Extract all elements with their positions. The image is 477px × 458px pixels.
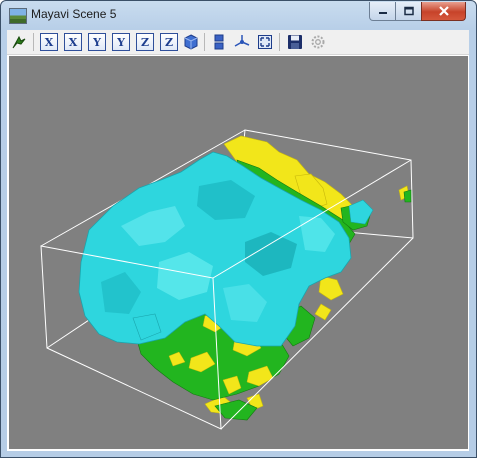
mayavi-app-icon: [9, 8, 27, 24]
view-y-plus-button[interactable]: Y: [112, 33, 130, 51]
parallel-projection-button[interactable]: [210, 33, 228, 51]
close-button[interactable]: [421, 2, 466, 21]
render-scene[interactable]: [9, 56, 468, 449]
view-z-plus-button[interactable]: Z: [160, 33, 178, 51]
title-bar[interactable]: Mayavi Scene 5: [1, 1, 476, 29]
isosurface-render: [40, 129, 414, 430]
mayavi-pipeline-icon: [12, 35, 26, 49]
minimize-icon: [378, 12, 387, 14]
mayavi-pipeline-button[interactable]: [10, 33, 28, 51]
configure-button[interactable]: [309, 33, 327, 51]
toolbar: X X Y Y Z Z: [7, 30, 469, 55]
isometric-view-button[interactable]: [182, 33, 200, 51]
close-icon: [438, 6, 449, 16]
view-x-plus-button[interactable]: X: [64, 33, 82, 51]
toolbar-separator: [279, 33, 280, 51]
cyan-isosurface: [78, 151, 374, 347]
maximize-icon: [403, 6, 414, 15]
full-screen-button[interactable]: [256, 33, 274, 51]
toolbar-separator: [33, 33, 34, 51]
fullscreen-icon: [258, 35, 272, 49]
toggle-axes-button[interactable]: [233, 33, 251, 51]
maximize-button[interactable]: [395, 2, 422, 21]
view-y-minus-button[interactable]: Y: [88, 33, 106, 51]
window-title: Mayavi Scene 5: [31, 7, 117, 21]
view-z-minus-button[interactable]: Z: [136, 33, 154, 51]
axes-icon: [234, 35, 250, 47]
toolbar-separator: [204, 33, 205, 51]
minimize-button[interactable]: [369, 2, 396, 21]
save-button[interactable]: [286, 33, 304, 51]
floppy-disk-icon: [288, 35, 302, 49]
cube-icon: [184, 34, 198, 50]
view-x-minus-button[interactable]: X: [40, 33, 58, 51]
gear-icon: [311, 35, 325, 49]
parallel-projection-icon: [214, 34, 224, 50]
